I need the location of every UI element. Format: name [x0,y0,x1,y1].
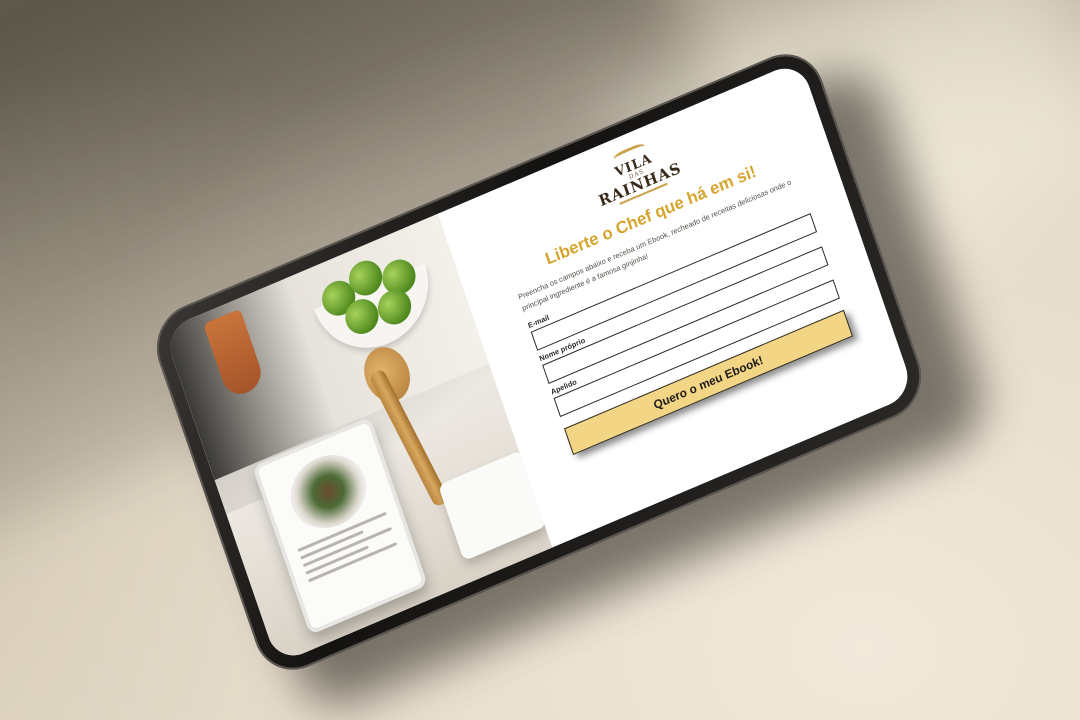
recipe-dish-image [280,443,376,541]
text-line [302,526,393,568]
scene-background: VILA DAS RAINHAS Liberte o Chef que há e… [0,0,1080,720]
